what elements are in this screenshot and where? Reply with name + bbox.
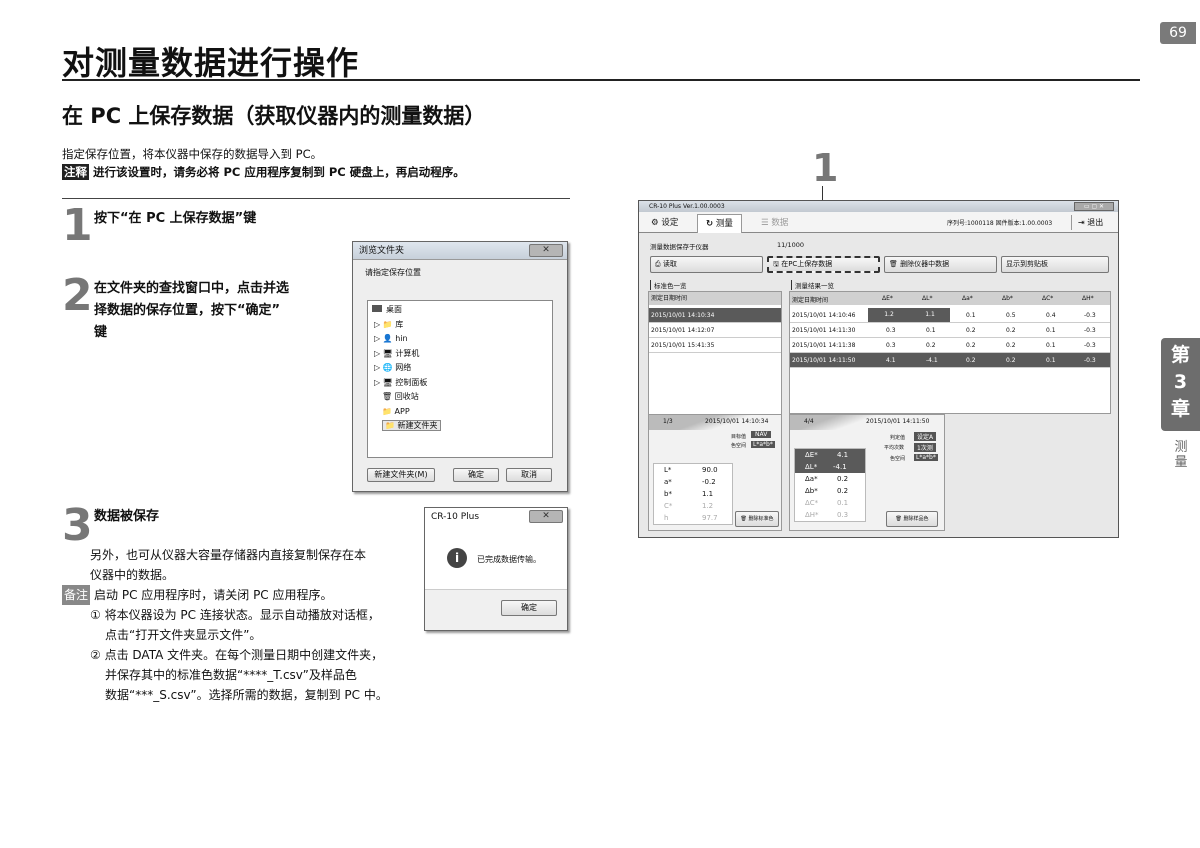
- note-tag: 注释: [62, 164, 89, 180]
- ok-button[interactable]: 确定: [501, 600, 557, 616]
- cancel-button[interactable]: 取消: [506, 468, 552, 482]
- info-icon: i: [447, 548, 467, 568]
- body-text: 另外，也可从仪器大容量存储器内直接复制保存在本 仪器中的数据。: [90, 548, 367, 582]
- result-list[interactable]: 测定日期时间 ΔE* ΔL* Δa* Δb* ΔC* ΔH* 2015/10/0…: [789, 291, 1111, 414]
- remark-item-1: ① 将本仪器设为 PC 连接状态。显示自动播放对话框， 点击“打开文件夹显示文件…: [90, 608, 380, 642]
- close-icon[interactable]: ✕: [529, 510, 563, 523]
- step-1-number: 1: [62, 200, 93, 251]
- std-list-header: 测定日期时间: [649, 292, 781, 305]
- window-controls[interactable]: ▭ ▢ ✕: [1074, 202, 1114, 211]
- new-folder-button[interactable]: 新建文件夹(M): [367, 468, 435, 482]
- step-3-text: 数据被保存: [94, 509, 160, 524]
- note-text: 进行该设置时，请务必将 PC 应用程序复制到 PC 硬盘上，再启动程序。: [93, 165, 465, 179]
- window-title: CR-10 Plus Ver.1.00.0003: [649, 203, 725, 210]
- result-values: ΔE* 4.1 ΔL* -4.1 Δa* 0.2 Δb* 0.2 ΔC* 0.1 ΔH* 0…: [794, 448, 866, 522]
- step-1-text: 按下“在 PC 上保存数据”键: [94, 211, 257, 226]
- result-list-label: 测量结果一览: [791, 280, 834, 290]
- step-2-text: 在文件夹的查找窗口中，点击并选 择数据的保存位置，按下“确定” 键: [94, 281, 290, 340]
- dialog-title: 浏览文件夹: [359, 246, 405, 256]
- delete-std-button[interactable]: 🗑 删除标准色: [735, 511, 779, 527]
- dialog-message: 已完成数据传输。: [477, 555, 541, 564]
- chapter-tab: 第 3 章: [1161, 338, 1200, 431]
- tree-item-desktop[interactable]: 桌面: [372, 303, 548, 318]
- transfer-complete-dialog: CR-10 Plus ✕ i 已完成数据传输。 确定: [424, 507, 568, 631]
- section-title: 在 PC 上保存数据（获取仪器内的测量数据）: [62, 104, 486, 128]
- exit-button[interactable]: ⇥ 退出: [1071, 215, 1103, 230]
- tree-item-network[interactable]: ▷ 🌐 网络: [372, 361, 548, 376]
- delete-sample-button[interactable]: 🗑 删除样品色: [886, 511, 938, 527]
- callout-number: 1: [812, 146, 839, 190]
- close-icon[interactable]: ✕: [529, 244, 563, 257]
- table-row[interactable]: 2015/10/01 14:11:30 0.3 0.1 0.2 0.2 0.1 …: [790, 323, 1110, 338]
- serial-info: 序列号:1000118 固件版本:1.00.0003: [947, 220, 1053, 227]
- result-detail-panel: 4/4 2015/10/01 14:11:50 判定值 设定A 平均次数 1次测…: [789, 414, 945, 531]
- remark-tag: 备注: [62, 585, 91, 605]
- page-number: 69: [1160, 22, 1196, 44]
- step-2-number: 2: [62, 270, 93, 321]
- clipboard-button[interactable]: 显示到剪贴板: [1001, 256, 1109, 273]
- tab-settings[interactable]: ⚙ 设定: [643, 214, 686, 233]
- remark-item-2: ② 点击 DATA 文件夹。在每个测量日期中创建文件夹， 并保存其中的标准色数据…: [90, 648, 388, 702]
- table-row[interactable]: 2015/10/01 14:10:46 1.2 1.1 0.1 0.5 0.4 …: [790, 308, 1110, 323]
- title-rule: [62, 79, 1140, 81]
- tree-item-user[interactable]: ▷ 👤 hin: [372, 332, 548, 347]
- ok-button[interactable]: 确定: [453, 468, 499, 482]
- tree-item-library[interactable]: ▷ 📁 库: [372, 318, 548, 333]
- tree-item-computer[interactable]: ▷ 🖥 计算机: [372, 347, 548, 362]
- dialog-title: CR-10 Plus: [431, 512, 480, 522]
- save-to-pc-button[interactable]: 🖫 在PC上保存数据: [767, 256, 880, 273]
- tree-item-control-panel[interactable]: ▷ 🖥 控制面板: [372, 376, 548, 391]
- table-row[interactable]: 2015/10/01 14:10:34: [649, 308, 781, 323]
- note: 注释 进行该设置时，请务必将 PC 应用程序复制到 PC 硬盘上，再启动程序。: [62, 164, 465, 180]
- tab-bar: ⚙ 设定 ↻ 测量 ☰ 数据 序列号:1000118 固件版本:1.00.000…: [639, 212, 1118, 233]
- browse-folder-dialog: 浏览文件夹 ✕ 请指定保存位置 桌面 ▷ 📁 库 ▷ 👤 hin ▷ 🖥 计算机 …: [352, 241, 568, 492]
- storage-count: 11/1000: [777, 241, 805, 249]
- folder-tree[interactable]: 桌面 ▷ 📁 库 ▷ 👤 hin ▷ 🖥 计算机 ▷ 🌐 网络 ▷ 🖥 控制面板…: [367, 300, 553, 458]
- tab-measure[interactable]: ↻ 测量: [697, 214, 742, 233]
- page-title: 对测量数据进行操作: [62, 44, 360, 82]
- std-values: L* 90.0 a* -0.2 b* 1.1 C* 1.2 h 97.7: [653, 463, 733, 525]
- read-button[interactable]: ⎙ 读取: [650, 256, 763, 273]
- chapter-label: 测 量: [1174, 440, 1188, 470]
- storage-label: 测量数据保存于仪器: [650, 243, 709, 251]
- table-row[interactable]: 2015/10/01 15:41:35: [649, 338, 781, 353]
- tree-item-app[interactable]: 📁 APP: [372, 405, 548, 420]
- table-row[interactable]: 2015/10/01 14:12:07: [649, 323, 781, 338]
- std-list-label: 标准色一览: [650, 280, 687, 290]
- intro-text: 指定保存位置，将本仪器中保存的数据导入到 PC。: [62, 147, 323, 161]
- section-rule: [62, 198, 570, 199]
- software-window: CR-10 Plus Ver.1.00.0003 ▭ ▢ ✕ ⚙ 设定 ↻ 测量…: [638, 200, 1119, 538]
- result-list-header: 测定日期时间 ΔE* ΔL* Δa* Δb* ΔC* ΔH*: [790, 292, 1110, 305]
- remark: 备注 启动 PC 应用程序时，请关闭 PC 应用程序。: [62, 585, 333, 605]
- tree-item-recycle-bin[interactable]: 🗑 回收站: [372, 390, 548, 405]
- step-3-number: 3: [62, 500, 93, 551]
- table-row[interactable]: 2015/10/01 14:11:50 4.1 -4.1 0.2 0.2 0.1…: [790, 353, 1110, 368]
- tree-item-new-folder[interactable]: 📁 新建文件夹: [372, 419, 548, 434]
- delete-instrument-data-button[interactable]: 🗑 删除仪器中数据: [884, 256, 997, 273]
- tab-data[interactable]: ☰ 数据: [753, 214, 796, 233]
- table-row[interactable]: 2015/10/01 14:11:38 0.3 0.2 0.2 0.2 0.1 …: [790, 338, 1110, 353]
- std-detail-panel: 1/3 2015/10/01 14:10:34 目标值 NAV 色空间 L*a*…: [648, 414, 782, 531]
- dialog-prompt: 请指定保存位置: [365, 268, 421, 277]
